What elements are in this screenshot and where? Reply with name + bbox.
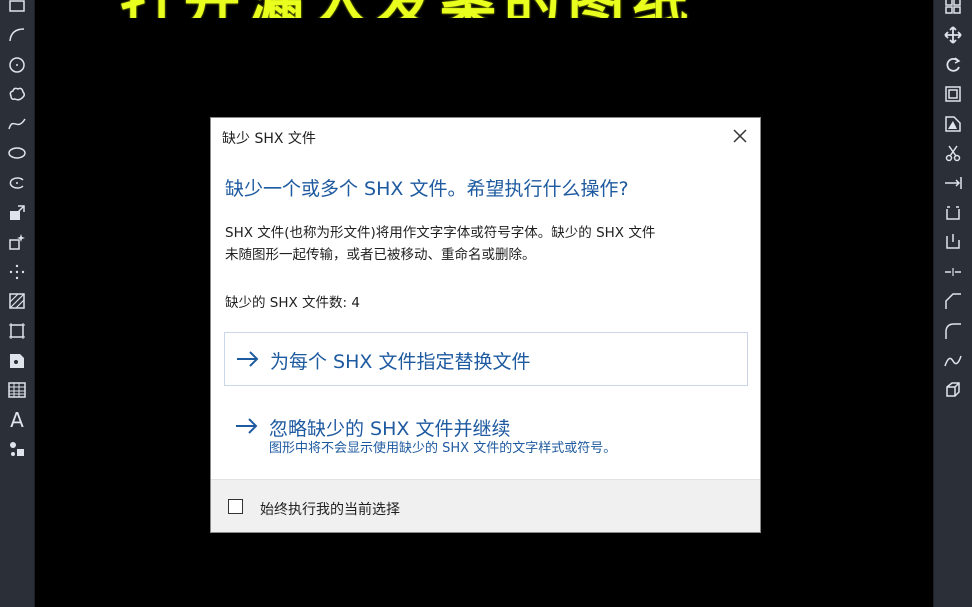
extend-icon[interactable]	[940, 170, 966, 197]
missing-count: 缺少的 SHX 文件数: 4	[225, 295, 360, 311]
revcloud-icon[interactable]	[4, 81, 30, 108]
dialog-footer: 始终执行我的当前选择	[211, 479, 760, 532]
break-at-point-icon[interactable]	[940, 229, 966, 256]
circle-icon[interactable]	[4, 51, 30, 78]
always-do-this-checkbox[interactable]	[228, 499, 243, 514]
offset-icon[interactable]	[940, 81, 966, 108]
specify-replacement-option[interactable]: 为每个 SHX 文件指定替换文件	[224, 332, 748, 386]
ignore-and-continue-description: 图形中将不会显示使用缺少的 SHX 文件的文字样式或符号。	[269, 441, 617, 456]
missing-shx-dialog: 缺少 SHX 文件 缺少一个或多个 SHX 文件。希望执行什么操作? SHX 文…	[210, 117, 761, 533]
move-icon[interactable]	[940, 22, 966, 49]
rotate-icon[interactable]	[940, 51, 966, 78]
arc-icon[interactable]	[4, 22, 30, 49]
table-icon[interactable]	[4, 377, 30, 404]
insert-block-icon[interactable]	[4, 199, 30, 226]
arrow-right-icon	[237, 351, 259, 367]
modify-toolbar	[933, 0, 972, 607]
dialog-title: 缺少 SHX 文件	[222, 131, 316, 147]
description-line-1: SHX 文件(也称为形文件)将用作文字字体或符号字体。缺少的 SHX 文件	[225, 225, 656, 241]
hatch-icon[interactable]	[4, 288, 30, 315]
dialog-title-bar: 缺少 SHX 文件	[211, 118, 760, 155]
mtext-icon[interactable]: A	[4, 406, 30, 433]
trim-icon[interactable]	[940, 140, 966, 167]
gradient-icon[interactable]	[4, 318, 30, 345]
chamfer-icon[interactable]	[940, 288, 966, 315]
close-button[interactable]	[726, 122, 754, 150]
dialog-description: SHX 文件(也称为形文件)将用作文字字体或符号字体。缺少的 SHX 文件 未随…	[225, 222, 750, 266]
point-icon[interactable]	[4, 258, 30, 285]
break-icon[interactable]	[940, 199, 966, 226]
mirror-icon[interactable]	[940, 110, 966, 137]
description-line-2: 未随图形一起传输，或者已被移动、重命名或删除。	[225, 247, 536, 263]
region-icon[interactable]	[4, 347, 30, 374]
close-icon	[733, 129, 747, 143]
specify-replacement-label: 为每个 SHX 文件指定替换文件	[270, 351, 531, 373]
ignore-and-continue-option[interactable]: 忽略缺少的 SHX 文件并继续 图形中将不会显示使用缺少的 SHX 文件的文字样…	[224, 400, 748, 458]
ellipse-arc-icon[interactable]	[4, 170, 30, 197]
blend-icon[interactable]	[940, 347, 966, 374]
draw-toolbar: A	[0, 0, 35, 607]
copy-icon[interactable]	[940, 0, 966, 19]
fillet-icon[interactable]	[940, 318, 966, 345]
always-do-this-label[interactable]: 始终执行我的当前选择	[260, 499, 400, 519]
video-banner-text: 打开漏入发案的图纸	[120, 0, 880, 18]
dialog-headline: 缺少一个或多个 SHX 文件。希望执行什么操作?	[225, 178, 629, 200]
spline-icon[interactable]	[4, 110, 30, 137]
make-block-icon[interactable]	[4, 229, 30, 256]
add-selected-icon[interactable]	[4, 436, 30, 463]
arrow-right-icon	[236, 418, 258, 434]
explode-icon[interactable]	[940, 377, 966, 404]
rectangle-icon[interactable]	[4, 0, 30, 19]
join-icon[interactable]	[940, 258, 966, 285]
ellipse-icon[interactable]	[4, 140, 30, 167]
